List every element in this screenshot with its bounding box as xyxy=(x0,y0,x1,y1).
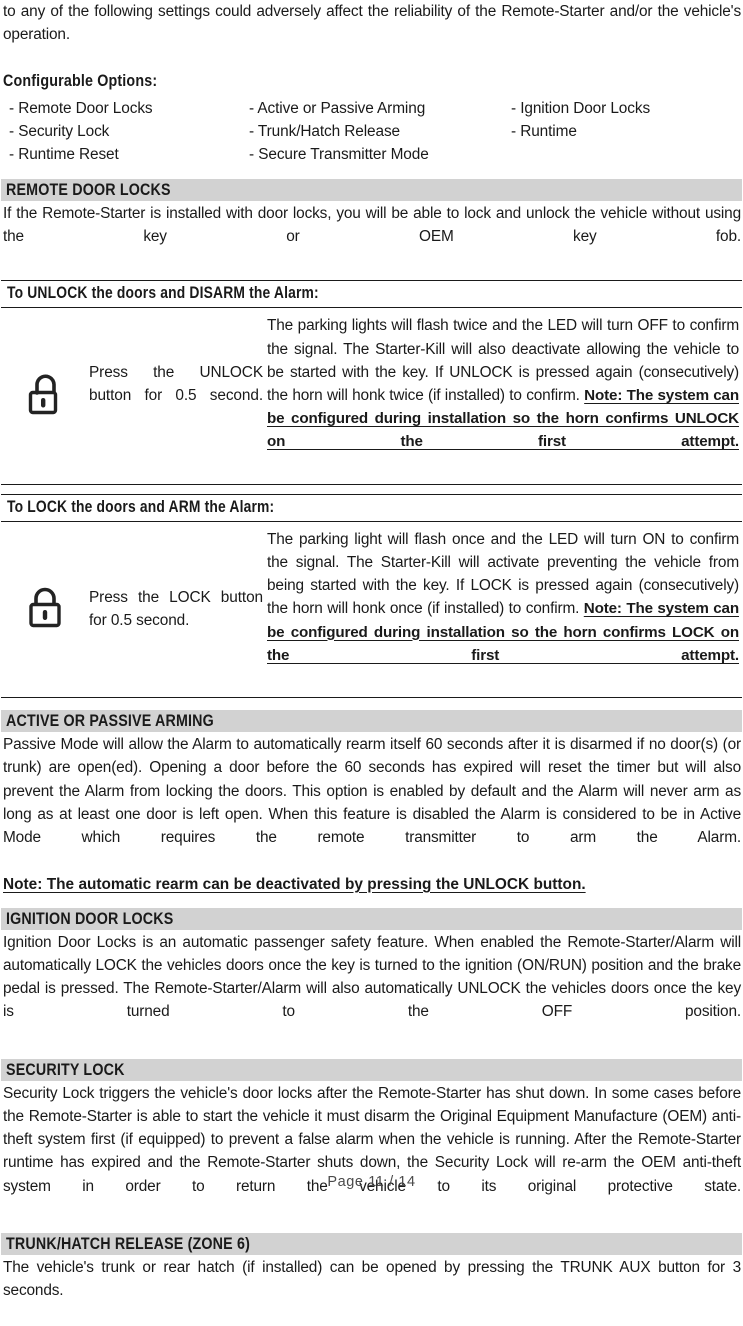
active-or-passive-arming-note-line: Note: The automatic rearm can be deactiv… xyxy=(1,873,742,896)
intro-paragraph: to any of the following settings could a… xyxy=(3,3,741,44)
section-title: REMOTE DOOR LOCKS xyxy=(6,179,171,199)
lock-instruction-table: To LOCK the doors and ARM the Alarm: Pre… xyxy=(1,493,742,699)
configurable-options-label: Configurable Options: xyxy=(3,71,742,91)
table-bottom-rule xyxy=(1,483,742,485)
active-or-passive-arming-note: Note: The automatic rearm can be deactiv… xyxy=(3,875,586,893)
lock-caption: To LOCK the doors and ARM the Alarm: xyxy=(1,495,742,521)
unlock-caption: To UNLOCK the doors and DISARM the Alarm… xyxy=(1,281,742,307)
page-number: Page 11 / 14 xyxy=(327,1174,416,1190)
option-item: - Secure Transmitter Mode xyxy=(249,146,429,164)
lock-action-text: Press the LOCK button for 0.5 second. xyxy=(89,588,263,630)
lock-caption-text: To LOCK the doors and ARM the Alarm: xyxy=(7,497,275,516)
section-title: TRUNK/HATCH RELEASE (ZONE 6) xyxy=(6,1233,251,1253)
section-title: ACTIVE OR PASSIVE ARMING xyxy=(6,711,214,731)
unlock-action-text: Press the UNLOCK button for 0.5 second. xyxy=(89,363,263,405)
trunk-hatch-release-body: The vehicle's trunk or rear hatch (if in… xyxy=(3,1258,741,1300)
option-item: - Active or Passive Arming xyxy=(249,99,426,117)
page-footer: Page 11 / 14 xyxy=(0,1174,743,1190)
lock-padlock-icon xyxy=(1,528,89,690)
option-item: - Ignition Door Locks xyxy=(511,99,651,117)
security-lock-body: Security Lock triggers the vehicle's doo… xyxy=(3,1084,741,1195)
section-title: IGNITION DOOR LOCKS xyxy=(6,908,174,928)
document-page: to any of the following settings could a… xyxy=(0,0,743,1299)
active-or-passive-arming-body: Passive Mode will allow the Alarm to aut… xyxy=(3,736,741,847)
option-item: - Runtime xyxy=(511,123,577,141)
table-bottom-rule xyxy=(1,697,742,699)
unlock-padlock-icon xyxy=(1,314,89,476)
option-item: - Remote Door Locks xyxy=(9,99,153,117)
configurable-options-list: - Remote Door Locks - Active or Passive … xyxy=(1,97,742,167)
unlock-caption-text: To UNLOCK the doors and DISARM the Alarm… xyxy=(7,284,319,303)
lock-row: Press the LOCK button for 0.5 second. Th… xyxy=(1,522,742,697)
option-item xyxy=(511,143,742,166)
section-header-ignition-door-locks: IGNITION DOOR LOCKS xyxy=(1,907,742,930)
section-header-security-lock: SECURITY LOCK xyxy=(1,1058,742,1081)
unlock-instruction-table: To UNLOCK the doors and DISARM the Alarm… xyxy=(1,280,742,485)
option-item: - Runtime Reset xyxy=(9,146,119,164)
unlock-description: The parking lights will flash twice and … xyxy=(267,314,740,476)
option-item: - Security Lock xyxy=(9,123,110,141)
unlock-row: Press the UNLOCK button for 0.5 second. … xyxy=(1,308,742,483)
lock-description: The parking light will flash once and th… xyxy=(267,528,740,690)
section-title: SECURITY LOCK xyxy=(6,1059,125,1079)
ignition-door-locks-body: Ignition Door Locks is an automatic pass… xyxy=(3,933,741,1021)
section-header-trunk-hatch-release: TRUNK/HATCH RELEASE (ZONE 6) xyxy=(1,1232,742,1255)
section-header-active-or-passive-arming: ACTIVE OR PASSIVE ARMING xyxy=(1,710,742,733)
configurable-options-text: Configurable Options: xyxy=(3,70,158,90)
section-header-remote-door-locks: REMOTE DOOR LOCKS xyxy=(1,178,742,201)
remote-door-locks-body: If the Remote-Starter is installed with … xyxy=(3,204,741,246)
option-item: - Trunk/Hatch Release xyxy=(249,123,401,141)
